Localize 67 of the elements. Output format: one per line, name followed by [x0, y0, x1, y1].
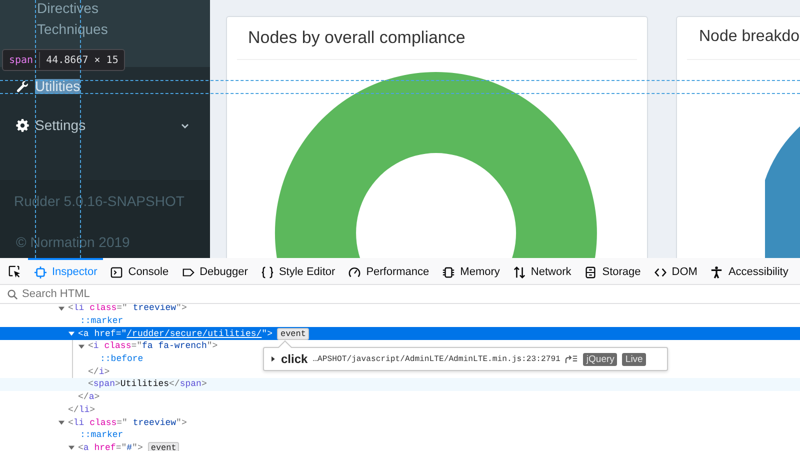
- markup-line: <a href="#">: [78, 442, 143, 451]
- card-title: Nodes by overall compliance: [247, 27, 466, 48]
- markup-row[interactable]: <li class=" treeview">: [0, 416, 800, 429]
- markup-line: <a href="/rudder/secure/utilities/">: [78, 328, 272, 339]
- copyright-label: © Normation 2019: [16, 234, 131, 250]
- markup-line: <li class=" treeview">: [68, 418, 187, 428]
- arrows-icon: [512, 266, 526, 278]
- markup-line: ::marker: [80, 430, 124, 440]
- tag-label: span: [9, 54, 34, 66]
- tag-badge: Live: [622, 352, 646, 366]
- event-type: click: [281, 352, 308, 366]
- markup-line: ::marker: [80, 316, 124, 326]
- size-label: 44.8667 × 15: [46, 54, 118, 66]
- jump-icon[interactable]: [565, 354, 578, 364]
- devtools-tab[interactable]: Memory: [436, 258, 506, 284]
- twisty-icon[interactable]: [78, 342, 85, 350]
- code-brackets-icon: [654, 266, 667, 278]
- console-icon: [110, 266, 124, 278]
- markup-row[interactable]: <a href="/rudder/secure/utilities/"> event: [0, 327, 800, 340]
- markup-line: </i>: [88, 366, 110, 377]
- chip-icon: [442, 266, 456, 278]
- markup-line: <i class="fa fa-wrench">: [88, 341, 218, 352]
- twisty-icon[interactable]: [58, 419, 65, 426]
- devtools-tab[interactable]: Accessibility: [704, 258, 794, 284]
- markup-line: <span>Utilities</span>: [88, 379, 207, 390]
- twisty-icon[interactable]: [58, 304, 65, 312]
- source-link[interactable]: …APSHOT/javascript/AdminLTE/AdminLTE.min.js:23:2791: [312, 354, 560, 364]
- event-badge[interactable]: event: [277, 328, 309, 340]
- devtools-tab[interactable]: Performance: [342, 258, 436, 284]
- markup-row[interactable]: <a href="#"> event: [0, 442, 800, 451]
- braces-icon: [260, 266, 274, 278]
- submenu-item[interactable]: Techniques: [0, 16, 210, 42]
- storage-icon: [584, 266, 598, 278]
- markup-line: </li>: [68, 404, 96, 415]
- card-title: Node breakdo: [698, 27, 800, 47]
- devtools-tab[interactable]: Network: [506, 258, 578, 284]
- accessibility-icon: [710, 266, 724, 278]
- menu-item[interactable]: Settings: [35, 118, 86, 133]
- href-link[interactable]: #: [126, 442, 132, 451]
- markup-row[interactable]: <span>Utilities</span>: [0, 378, 800, 391]
- twisty-icon[interactable]: [68, 330, 75, 338]
- tag-badge: jQuery: [583, 352, 618, 366]
- devtools-tab[interactable]: Storage: [578, 258, 647, 284]
- devtools-tab[interactable]: Style Editor: [254, 258, 342, 284]
- search-field[interactable]: Search HTML: [22, 288, 222, 300]
- markup-row[interactable]: <i class="fa fa-wrench">: [0, 340, 800, 353]
- submenu-item[interactable]: Directives: [0, 0, 210, 16]
- target-icon: [34, 266, 47, 278]
- event-badge[interactable]: event: [148, 442, 180, 451]
- devtools-tab[interactable]: DOM: [648, 258, 704, 284]
- picker-icon: [8, 264, 20, 278]
- expand-arrow-icon[interactable]: [270, 356, 276, 362]
- markup-line: </a>: [78, 392, 100, 402]
- href-link[interactable]: /rudder/secure/utilities/: [126, 328, 262, 339]
- markup-row[interactable]: ::marker: [0, 428, 800, 442]
- markup-row[interactable]: ::marker: [0, 314, 800, 328]
- gauge-icon: [348, 266, 362, 278]
- devtools-tab[interactable]: Console: [104, 258, 175, 284]
- version-label: Rudder 5.0.16-SNAPSHOT: [14, 193, 186, 209]
- devtools-tab[interactable]: Debugger: [176, 258, 254, 284]
- search-icon: [7, 288, 18, 300]
- markup-line: <li class=" treeview">: [68, 304, 187, 314]
- wrench-icon: [16, 80, 29, 93]
- twisty-icon[interactable]: [68, 444, 75, 451]
- gear-icon: [16, 119, 29, 132]
- tag-shape-icon: [182, 266, 195, 278]
- markup-row[interactable]: <li class=" treeview">: [0, 304, 800, 315]
